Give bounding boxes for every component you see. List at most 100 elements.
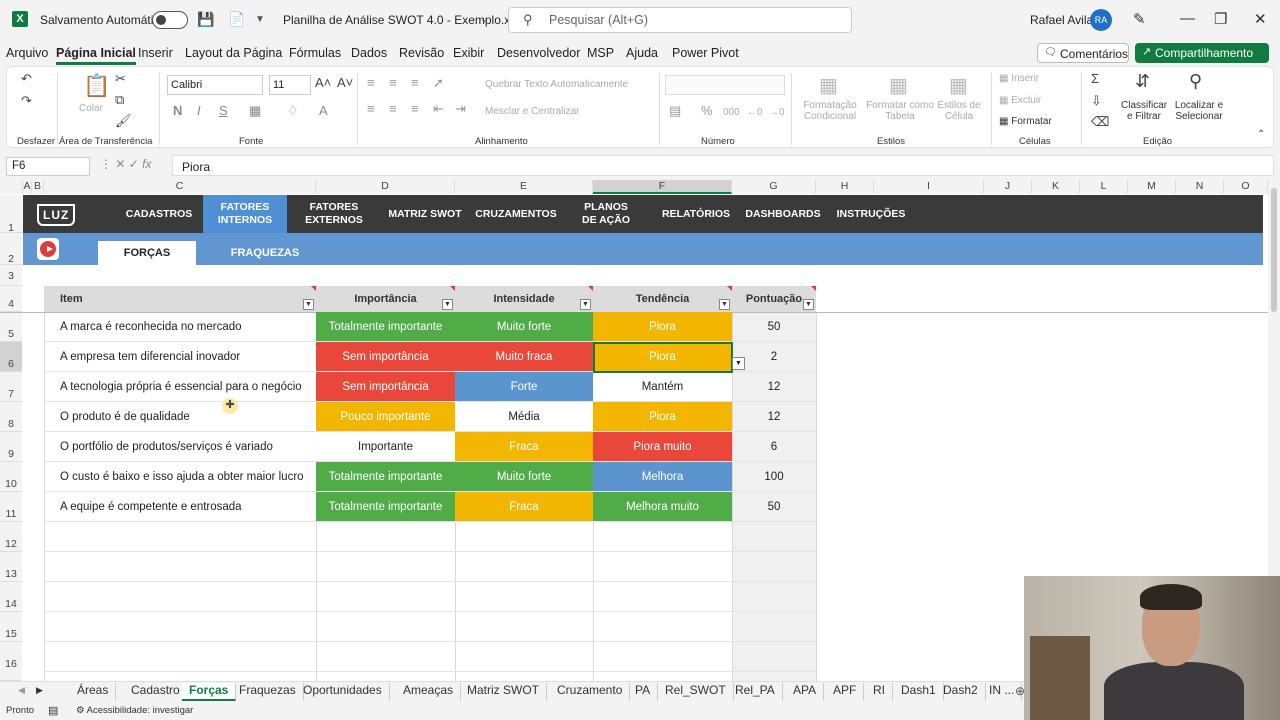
- cell-styles-button[interactable]: Estilos de Célula: [935, 100, 983, 122]
- copy-icon[interactable]: ⧉: [115, 92, 124, 108]
- pontuacao-cell[interactable]: 6: [732, 432, 816, 462]
- tendencia-cell[interactable]: Mantém: [593, 372, 732, 402]
- cut-icon[interactable]: ✂: [115, 71, 126, 87]
- fill-icon[interactable]: ⇩: [1091, 93, 1102, 109]
- tab-dados[interactable]: Dados: [351, 46, 387, 60]
- tendencia-cell[interactable]: Melhora: [593, 462, 732, 492]
- row-header[interactable]: 4: [0, 286, 22, 312]
- font-name-select[interactable]: Calibri: [167, 75, 263, 95]
- next-sheet-icon[interactable]: ▶: [36, 685, 43, 696]
- fx-icon[interactable]: ⋮ ✕ ✓ fx: [100, 157, 151, 171]
- sheet-tab[interactable]: Rel_SWOT: [658, 683, 734, 701]
- importancia-cell[interactable]: Totalmente importante: [316, 492, 455, 522]
- paste-icon[interactable]: 📋: [83, 73, 110, 99]
- tab-revisao[interactable]: Revisão: [399, 46, 444, 60]
- pontuacao-cell[interactable]: 12: [732, 372, 816, 402]
- sheet-tab[interactable]: Áreas: [70, 683, 117, 701]
- row-header[interactable]: 1: [0, 195, 22, 234]
- name-box[interactable]: F6: [6, 157, 90, 176]
- borders-icon[interactable]: ▦: [249, 103, 261, 119]
- importancia-cell[interactable]: Sem importância: [316, 342, 455, 372]
- align-middle-icon[interactable]: ≡: [389, 75, 397, 90]
- shrink-font-icon[interactable]: A˅: [337, 75, 353, 90]
- filter-dropdown-icon[interactable]: ▼: [442, 299, 453, 310]
- pontuacao-cell[interactable]: 50: [732, 492, 816, 522]
- format-painter-icon[interactable]: 🖌: [115, 113, 132, 129]
- chevron-down-icon[interactable]: ⌄: [480, 14, 488, 25]
- row-header[interactable]: 11: [0, 492, 22, 522]
- importancia-cell[interactable]: Totalmente importante: [316, 312, 455, 342]
- align-bottom-icon[interactable]: ≡: [411, 75, 419, 90]
- tab-formulas[interactable]: Fórmulas: [289, 46, 341, 60]
- item-cell[interactable]: A empresa tem diferencial inovador: [44, 342, 316, 372]
- undo-icon[interactable]: ↶: [21, 71, 32, 87]
- sheet-tab[interactable]: Oportunidades: [296, 683, 390, 701]
- column-header[interactable]: B: [32, 180, 44, 194]
- column-header[interactable]: D: [316, 180, 455, 194]
- orientation-icon[interactable]: ➚: [433, 75, 444, 91]
- find-select-button[interactable]: Localizar e Selecionar: [1171, 100, 1227, 122]
- intensidade-cell[interactable]: Muito forte: [455, 462, 593, 492]
- column-header[interactable]: F: [593, 180, 732, 194]
- item-cell[interactable]: A marca é reconhecida no mercado: [44, 312, 316, 342]
- comments-button[interactable]: Comentários: [1037, 43, 1129, 63]
- sort-filter-icon[interactable]: ⇵: [1135, 71, 1150, 92]
- bold-icon[interactable]: N: [173, 103, 182, 118]
- fill-color-icon[interactable]: ♢: [287, 103, 299, 119]
- column-header[interactable]: A: [23, 180, 32, 194]
- accessibility-status[interactable]: ⚙ Acessibilidade: investigar: [76, 705, 193, 716]
- wrap-text-button[interactable]: Quebrar Texto Automaticamente: [485, 79, 628, 90]
- intensidade-cell[interactable]: Muito fraca: [455, 342, 593, 372]
- importancia-cell[interactable]: Sem importância: [316, 372, 455, 402]
- minimize-icon[interactable]: —: [1180, 10, 1195, 27]
- tab-fraquezas[interactable]: FRAQUEZAS: [217, 241, 313, 265]
- conditional-format-button[interactable]: Formatação Condicional: [797, 100, 863, 122]
- merge-center-button[interactable]: Mesclar e Centralizar: [485, 106, 579, 117]
- row-header[interactable]: 5: [0, 312, 22, 342]
- nav-cruzamentos[interactable]: CRUZAMENTOS: [473, 195, 559, 233]
- search-box[interactable]: ⚲ Pesquisar (Alt+G): [508, 7, 852, 33]
- column-header[interactable]: N: [1176, 180, 1224, 194]
- format-cells-button[interactable]: ▦ Formatar: [999, 116, 1052, 127]
- sheet-tab[interactable]: Forças: [182, 683, 237, 701]
- row-header[interactable]: 8: [0, 402, 22, 432]
- importancia-cell[interactable]: Importante: [316, 432, 455, 462]
- sheet-tab[interactable]: Fraquezas: [232, 683, 304, 701]
- currency-icon[interactable]: ▤: [669, 103, 681, 119]
- nav-fatores-internos[interactable]: FATORES INTERNOS: [203, 195, 287, 233]
- italic-icon[interactable]: I: [197, 103, 201, 118]
- share-button[interactable]: Compartilhamento: [1135, 43, 1269, 63]
- avatar[interactable]: RA: [1090, 9, 1112, 31]
- sort-filter-button[interactable]: Classificar e Filtrar: [1121, 100, 1167, 122]
- decrease-indent-icon[interactable]: ⇤: [433, 101, 444, 117]
- row-header[interactable]: 16: [0, 642, 22, 681]
- align-center-icon[interactable]: ≡: [389, 101, 397, 116]
- sheet-tab[interactable]: Cruzamento: [550, 683, 631, 701]
- tab-msp[interactable]: MSP: [587, 46, 614, 60]
- decrease-decimal-icon[interactable]: →0: [769, 107, 785, 118]
- column-header[interactable]: G: [732, 180, 816, 194]
- collapse-ribbon-icon[interactable]: ⌃: [1257, 129, 1265, 140]
- importancia-cell[interactable]: Totalmente importante: [316, 462, 455, 492]
- filter-dropdown-icon[interactable]: ▼: [803, 299, 814, 310]
- pontuacao-cell[interactable]: 12: [732, 402, 816, 432]
- filter-dropdown-icon[interactable]: ▼: [303, 299, 314, 310]
- importancia-cell[interactable]: Pouco importante: [316, 402, 455, 432]
- row-header[interactable]: 9: [0, 432, 22, 462]
- pen-icon[interactable]: ✎: [1133, 10, 1146, 28]
- tendencia-cell[interactable]: Piora: [593, 402, 732, 432]
- tab-exibir[interactable]: Exibir: [453, 46, 484, 60]
- format-table-button[interactable]: Formatar como Tabela: [863, 100, 937, 122]
- column-header[interactable]: H: [816, 180, 874, 194]
- filter-dropdown-icon[interactable]: ▼: [719, 299, 730, 310]
- customize-quick-access-icon[interactable]: ▼: [255, 14, 265, 25]
- restore-icon[interactable]: ❐: [1214, 10, 1227, 28]
- intensidade-cell[interactable]: Média: [455, 402, 593, 432]
- sheet-tab[interactable]: Dash2: [936, 683, 986, 701]
- formula-input[interactable]: Piora: [172, 155, 1274, 176]
- close-icon[interactable]: ✕: [1254, 10, 1267, 28]
- increase-indent-icon[interactable]: ⇥: [455, 101, 466, 117]
- row-header[interactable]: 12: [0, 522, 22, 552]
- redo-icon[interactable]: ↷: [21, 93, 32, 109]
- comma-style-icon[interactable]: 000: [723, 107, 740, 118]
